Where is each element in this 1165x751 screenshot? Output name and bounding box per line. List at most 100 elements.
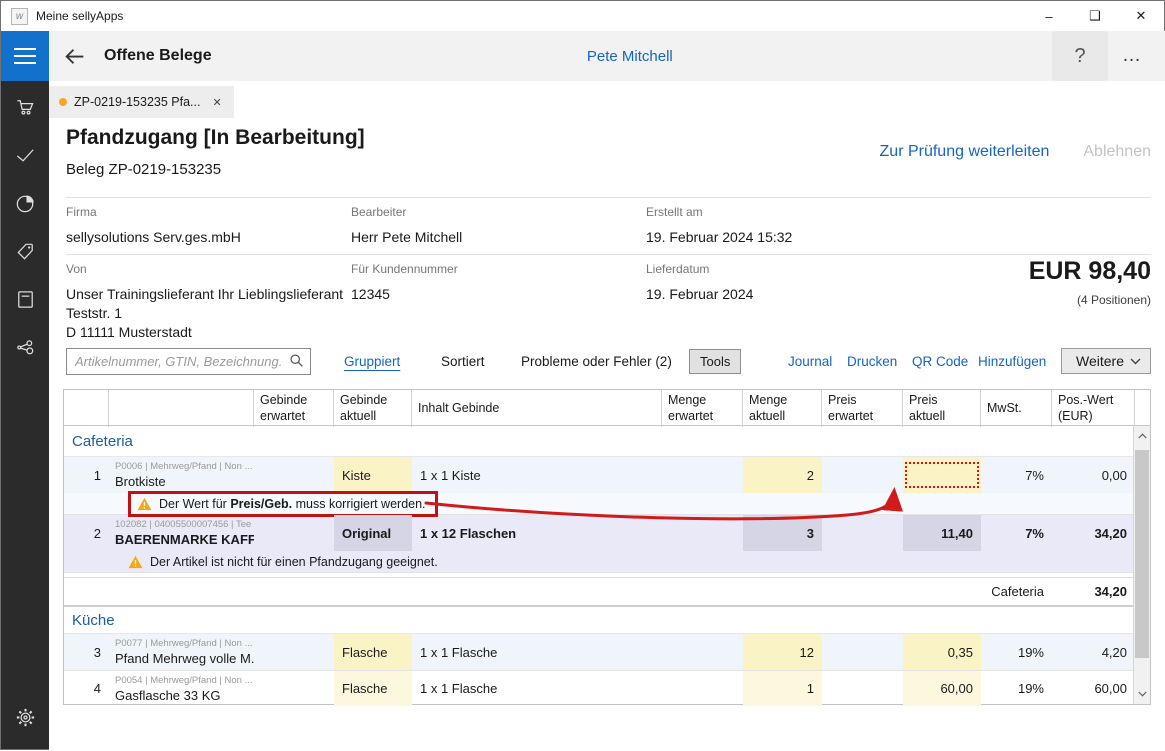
qr-code-link[interactable]: QR Code (912, 347, 968, 375)
pos-wert-cell: 0,00 (1052, 457, 1135, 493)
mwst-cell: 7% (981, 515, 1052, 551)
gebinde-aktuell-cell: Original (334, 515, 412, 551)
add-link[interactable]: Hinzufügen (978, 347, 1046, 375)
page-title: Offene Belege (104, 47, 212, 65)
positions-table: Gebinde erwartet Gebinde aktuell Inhalt … (63, 389, 1151, 705)
inhalt-gebinde-cell: 1 x 1 Kiste (412, 457, 662, 493)
row-number: 2 (64, 515, 109, 551)
preis-aktuell-cell[interactable]: 60,00 (903, 671, 981, 706)
pie-chart-icon[interactable] (1, 179, 49, 227)
table-row[interactable]: 1 P0006 | Mehrweg/Pfand | Non ... Brotki… (64, 457, 1150, 493)
field-firma: Firmasellysolutions Serv.ges.mbH (66, 205, 241, 247)
group-header-kueche[interactable]: Küche (64, 606, 1150, 634)
pos-wert-cell: 34,20 (1052, 515, 1135, 551)
help-button[interactable]: ? (1052, 31, 1108, 81)
grouped-toggle[interactable]: Gruppiert (344, 347, 400, 375)
table-row[interactable]: 3 P0077 | Mehrweg/Pfand | Non ... Pfand … (64, 634, 1150, 670)
main-area: Offene Belege Pete Mitchell ? … ZP-0219-… (49, 31, 1165, 751)
search-box (66, 347, 311, 375)
app-logo-icon: w (11, 8, 28, 25)
table-header-row: Gebinde erwartet Gebinde aktuell Inhalt … (64, 390, 1150, 426)
field-kundennummer: Für Kundennummer12345 (351, 262, 458, 304)
search-input[interactable] (66, 348, 311, 375)
problems-filter[interactable]: Probleme oder Fehler (2) (521, 347, 672, 375)
title-bar: w Meine sellyApps – ❑ ✕ (1, 1, 1164, 31)
sidebar (1, 81, 49, 749)
menge-aktuell-cell[interactable]: 2 (743, 457, 822, 493)
group-header-cafeteria[interactable]: Cafeteria (64, 426, 1150, 457)
reject-link: Ablehnen (1083, 143, 1151, 161)
gebinde-aktuell-cell[interactable]: Flasche (334, 671, 412, 706)
menge-aktuell-cell: 3 (743, 515, 822, 551)
more-dropdown-button[interactable]: Weitere (1061, 348, 1151, 374)
tab-label: ZP-0219-153235 Pfa... (74, 95, 200, 109)
total-amount: EUR 98,40 (1029, 257, 1151, 286)
gebinde-aktuell-cell[interactable]: Flasche (334, 634, 412, 670)
sorted-toggle[interactable]: Sortiert (441, 347, 485, 375)
mwst-cell: 19% (981, 671, 1052, 706)
scrollbar-thumb[interactable] (1135, 450, 1149, 658)
scroll-up-icon[interactable] (1134, 428, 1150, 444)
subtotal-label: Cafeteria (981, 578, 1052, 605)
maximize-button[interactable]: ❑ (1072, 1, 1118, 31)
share-icon[interactable] (1, 323, 49, 371)
table-row[interactable]: 2 102082 | 04005500007456 | Tee |... BAE… (64, 515, 1150, 551)
gear-icon[interactable] (1, 693, 49, 741)
mwst-cell: 19% (981, 634, 1052, 670)
back-button[interactable] (49, 44, 99, 69)
table-row[interactable]: 4 P0054 | Mehrweg/Pfand | Non ... Gasfla… (64, 670, 1150, 706)
warning-row: Der Wert für Preis/Geb. muss korrigiert … (64, 493, 1150, 515)
document-title: Pfandzugang [In Bearbeitung] (66, 126, 365, 150)
document-tab[interactable]: ZP-0219-153235 Pfa... ✕ (49, 86, 234, 118)
header-more-button[interactable]: … (1112, 31, 1152, 81)
warning-highlight-box: Der Wert für Preis/Geb. muss korrigiert … (128, 491, 438, 517)
article-cell: P0077 | Mehrweg/Pfand | Non ... Pfand Me… (109, 634, 254, 670)
vertical-scrollbar[interactable] (1133, 426, 1150, 704)
window-title: Meine sellyApps (36, 9, 123, 23)
app-window: w Meine sellyApps – ❑ ✕ (0, 0, 1165, 750)
document-total: EUR 98,40 (4 Positionen) (1029, 257, 1151, 307)
preis-aktuell-cell: 11,40 (903, 515, 981, 551)
tag-icon[interactable] (1, 227, 49, 275)
divider (66, 197, 1151, 198)
article-cell: P0006 | Mehrweg/Pfand | Non ... Brotkist… (109, 457, 254, 493)
hamburger-menu-button[interactable] (1, 31, 49, 81)
row-number: 1 (64, 457, 109, 493)
preis-aktuell-cell[interactable]: 0,35 (903, 634, 981, 670)
forward-for-review-link[interactable]: Zur Prüfung weiterleiten (880, 143, 1050, 161)
scroll-down-icon[interactable] (1134, 686, 1150, 702)
user-link[interactable]: Pete Mitchell (587, 48, 673, 65)
journal-link[interactable]: Journal (788, 347, 832, 375)
article-cell: 102082 | 04005500007456 | Tee |... BAERE… (109, 515, 254, 551)
subtotal-value: 34,20 (1052, 578, 1135, 605)
warning-icon (137, 497, 152, 511)
cart-icon[interactable] (1, 83, 49, 131)
pos-wert-cell: 4,20 (1052, 634, 1135, 670)
divider (66, 254, 1151, 255)
inhalt-gebinde-cell: 1 x 1 Flasche (412, 634, 662, 670)
menge-aktuell-cell[interactable]: 1 (743, 671, 822, 706)
print-link[interactable]: Drucken (847, 347, 897, 375)
close-button[interactable]: ✕ (1118, 1, 1164, 31)
gebinde-aktuell-cell[interactable]: Kiste (334, 457, 412, 493)
chevron-down-icon (1130, 358, 1141, 365)
app-header: Offene Belege Pete Mitchell ? … (49, 31, 1165, 81)
tools-button[interactable]: Tools (689, 349, 741, 374)
check-icon[interactable] (1, 131, 49, 179)
article-cell: P0054 | Mehrweg/Pfand | Non ... Gasflasc… (109, 671, 254, 706)
warning-icon (128, 555, 143, 569)
minimize-button[interactable]: – (1026, 1, 1072, 31)
warning-row: Der Artikel ist nicht für einen Pfandzug… (64, 551, 1150, 573)
book-icon[interactable] (1, 275, 49, 323)
tab-close-icon[interactable]: ✕ (212, 96, 221, 109)
inhalt-gebinde-cell: 1 x 1 Flasche (412, 671, 662, 706)
document-number: Beleg ZP-0219-153235 (66, 161, 221, 178)
menge-aktuell-cell[interactable]: 12 (743, 634, 822, 670)
search-icon[interactable] (289, 353, 304, 371)
unsaved-dot-icon (59, 98, 67, 106)
preis-aktuell-cell[interactable] (903, 457, 981, 493)
field-erstellt-am: Erstellt am19. Februar 2024 15:32 (646, 205, 792, 247)
field-bearbeiter: BearbeiterHerr Pete Mitchell (351, 205, 462, 247)
invalid-value-outline[interactable] (905, 462, 979, 488)
pos-wert-cell: 60,00 (1052, 671, 1135, 706)
